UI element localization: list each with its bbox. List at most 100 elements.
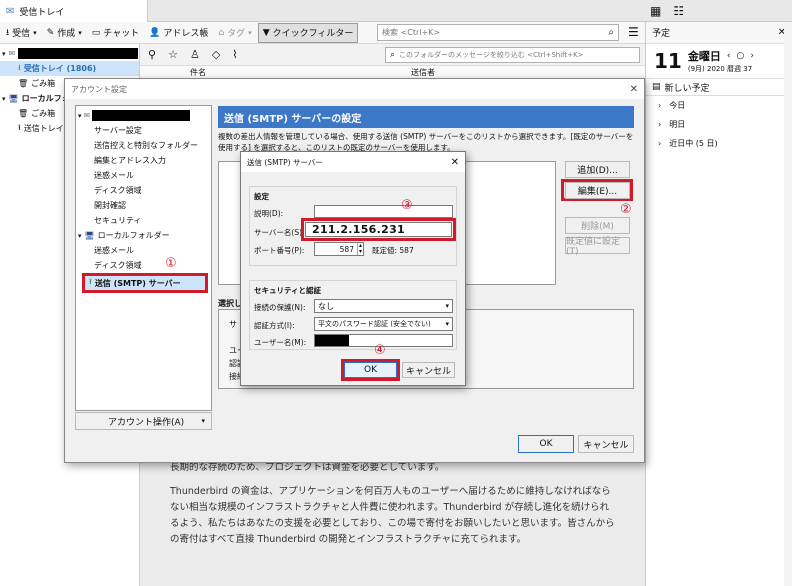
account-settings-titlebar: アカウント設定 ✕: [65, 79, 644, 99]
tree-item[interactable]: 迷惑メール: [76, 243, 211, 258]
outbox-icon: ⭱: [89, 277, 92, 286]
account-row[interactable]: ▾ ✉: [0, 46, 139, 61]
tab-inbox[interactable]: ✉ 受信トレイ: [0, 0, 148, 22]
account-tree: ▾ ✉ サーバー設定 送信控えと特別なフォルダー 編集とアドレス入力 迷惑メール…: [75, 105, 212, 411]
search-input[interactable]: 検索 <Ctrl+K> ⌕: [377, 24, 619, 41]
server-name-input[interactable]: 211.2.156.231: [305, 222, 452, 237]
trash-icon: 🗑: [18, 79, 29, 88]
contact-icon[interactable]: ♙: [190, 48, 200, 61]
connection-security-select[interactable]: なし ▾: [314, 299, 453, 313]
scrollbar[interactable]: [784, 22, 792, 586]
get-mail-button[interactable]: ⭳ 受信 ▾: [2, 23, 41, 43]
tree-item[interactable]: サーバー設定: [76, 123, 211, 138]
edit-button[interactable]: 編集(E)...: [565, 182, 630, 199]
tasks-icon[interactable]: ☷: [673, 4, 684, 18]
address-book-button[interactable]: 👤 アドレス帳: [145, 23, 212, 43]
tree-item[interactable]: 送信控えと特別なフォルダー: [76, 138, 211, 153]
inbox-icon: ✉: [6, 5, 15, 17]
date-subtitle: (9月) 2020 暦週 37: [687, 65, 753, 73]
chevron-right-icon: ›: [658, 139, 662, 148]
folder-inbox[interactable]: ⭳ 受信トレイ (1806): [0, 61, 139, 76]
set-default-button[interactable]: 既定値に設定(T): [565, 237, 630, 257]
dialog-cancel-button[interactable]: キャンセル: [402, 362, 455, 378]
attachment-icon[interactable]: ⌇: [232, 48, 237, 61]
tag-icon[interactable]: ◇: [212, 48, 220, 61]
column-subject[interactable]: 件名: [190, 67, 206, 78]
address-book-icon: 👤: [149, 27, 161, 38]
local-folders-row[interactable]: ▾ 🖥 ローカルフォルダー: [76, 228, 211, 243]
computer-icon: 🖥: [8, 94, 19, 103]
chevron-down-icon: ▾: [78, 28, 82, 37]
chevron-right-icon: ›: [658, 101, 662, 110]
chevron-down-icon: ▾: [33, 28, 37, 37]
chevron-down-icon: ▾: [2, 94, 6, 103]
annotation-marker-2: ②: [620, 202, 632, 217]
write-button[interactable]: ✎ 作成 ▾: [43, 23, 86, 43]
calendar-pane: 予定 ✕ 11 金曜日 ‹ ○ › (9月) 2020 暦週 37 ▤ 新しい予…: [645, 22, 792, 586]
tag-icon: ⌂: [218, 27, 225, 38]
search-icon: ⌕: [608, 27, 614, 38]
settings-ok-button[interactable]: OK: [518, 435, 574, 453]
quick-filter-bar: ⚲ ☆ ♙ ◇ ⌇ ⌕ このフォルダーのメッセージを絞り込む <Ctrl+Shi…: [140, 44, 645, 66]
annotation-marker-1: ①: [165, 256, 177, 271]
chevron-left-icon[interactable]: ‹: [727, 51, 731, 61]
chevron-down-icon: ▾: [201, 417, 205, 425]
description-input[interactable]: [314, 205, 453, 218]
computer-icon: 🖥: [84, 231, 95, 240]
pin-icon[interactable]: ⚲: [148, 48, 156, 61]
window-controls: ▦ ☷: [645, 0, 792, 22]
account-row[interactable]: ▾ ✉: [76, 108, 211, 123]
tag-button[interactable]: ⌂ タグ ▾: [214, 23, 255, 43]
column-sender[interactable]: 送信者: [411, 67, 435, 78]
search-icon: ⌕: [390, 50, 396, 60]
smtp-panel-description: 複数の差出人情報を管理している場合、使用する送信 (SMTP) サーバーをこのリ…: [218, 132, 634, 152]
tree-item[interactable]: セキュリティ: [76, 213, 211, 228]
calendar-header: 予定 ✕: [646, 22, 792, 44]
details-label: 選択し: [218, 299, 242, 308]
redacted-account-name: [18, 48, 139, 59]
close-icon[interactable]: ✕: [630, 84, 638, 95]
agenda-tomorrow[interactable]: › 明日: [646, 115, 792, 134]
chat-icon: ▭: [91, 27, 101, 38]
tree-item[interactable]: ディスク領域: [76, 258, 211, 273]
chevron-down-icon: ▾: [78, 231, 82, 240]
agenda-today[interactable]: › 今日: [646, 96, 792, 115]
account-actions-button[interactable]: アカウント操作(A) ▾: [75, 412, 212, 430]
new-event-button[interactable]: ▤ 新しい予定: [646, 78, 792, 96]
filter-input[interactable]: ⌕ このフォルダーのメッセージを絞り込む <Ctrl+Shift+K>: [385, 47, 640, 63]
mail-account-icon: ✉: [83, 111, 91, 120]
chevron-down-icon: ▾: [445, 320, 449, 328]
tab-title: 受信トレイ: [19, 7, 65, 18]
tree-item[interactable]: 編集とアドレス入力: [76, 153, 211, 168]
message-body: 長期的な存続のため、プロジェクトは資金を必要としています。 Thunderbir…: [140, 455, 645, 586]
menu-icon[interactable]: ☰: [628, 25, 639, 39]
tree-item[interactable]: 迷惑メール: [76, 168, 211, 183]
chevron-down-icon: ▾: [78, 111, 82, 120]
main-toolbar: ⭳ 受信 ▾ ✎ 作成 ▾ ▭ チャット 👤 アドレス帳 ⌂ タグ ▾ ▼ クイックフィルター 検…: [0, 22, 645, 44]
chevron-right-icon[interactable]: ›: [750, 51, 754, 61]
smtp-dialog-titlebar: 送信 (SMTP) サーバー ✕: [241, 152, 465, 172]
add-button[interactable]: 追加(D)...: [565, 161, 630, 178]
calendar-icon[interactable]: ▦: [650, 4, 661, 18]
chat-button[interactable]: ▭ チャット: [88, 23, 143, 43]
agenda-upcoming[interactable]: › 近日中 (5 日): [646, 134, 792, 153]
settings-cancel-button[interactable]: キャンセル: [578, 435, 634, 453]
close-icon[interactable]: ✕: [451, 157, 459, 168]
smtp-dialog: 送信 (SMTP) サーバー ✕ 設定 説明(D): サーバー名(S): ポート…: [240, 151, 466, 386]
tree-item[interactable]: ディスク領域: [76, 183, 211, 198]
spinner-icon[interactable]: ▴ ▾: [356, 243, 363, 255]
day-name: 金曜日: [687, 50, 721, 63]
smtp-server-item[interactable]: ⭱ 送信 (SMTP) サーバー: [82, 273, 208, 293]
star-icon[interactable]: ☆: [168, 48, 178, 61]
quick-filter-button[interactable]: ▼ クイックフィルター: [257, 22, 359, 43]
remove-button[interactable]: 削除(M): [565, 217, 630, 234]
auth-method-select[interactable]: 平文のパスワード認証 (安全でない) ▾: [314, 317, 453, 331]
tree-item[interactable]: 開封確認: [76, 198, 211, 213]
dialog-ok-button[interactable]: OK: [344, 362, 397, 378]
filter-icon: ▼: [262, 27, 270, 38]
port-stepper[interactable]: 587 ▴ ▾: [314, 242, 364, 256]
message-paragraph: Thunderbird の資金は、アプリケーションを何百万人ものユーザーへ届ける…: [170, 486, 615, 545]
today-circle-icon[interactable]: ○: [736, 51, 744, 61]
smtp-panel-title: 送信 (SMTP) サーバーの設定: [218, 106, 634, 128]
annotation-marker-4: ④: [374, 343, 386, 358]
